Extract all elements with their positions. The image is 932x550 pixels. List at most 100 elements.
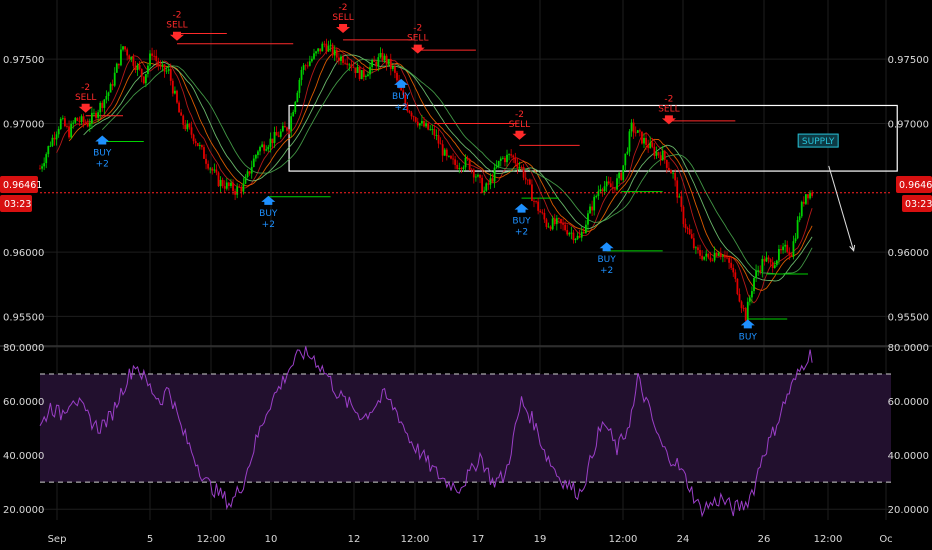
candle: [80, 116, 83, 122]
price-tick-left: 0.97000: [3, 119, 44, 130]
candle: [209, 168, 212, 170]
trading-chart[interactable]: SUPPLY SELL-2BUY+2SELL-2BUY+2SELL-2BUY+2…: [0, 0, 932, 550]
candle: [410, 112, 413, 117]
candle: [452, 158, 454, 160]
candle: [103, 99, 106, 108]
candle: [315, 51, 317, 54]
candle: [84, 122, 87, 124]
rsi-tick-right: 80.0000: [888, 343, 929, 354]
candle: [719, 253, 722, 257]
candle: [647, 144, 650, 149]
candle: [533, 200, 535, 202]
candle: [130, 56, 133, 60]
candle: [771, 262, 774, 268]
candle: [234, 191, 237, 195]
candle: [186, 123, 189, 130]
candle: [236, 186, 239, 195]
candle: [638, 130, 641, 132]
candle: [111, 84, 114, 86]
candle: [688, 229, 691, 235]
candle: [782, 246, 784, 251]
time-tick: 24: [677, 534, 690, 545]
candle: [90, 112, 93, 124]
candle: [39, 168, 41, 170]
candle: [327, 45, 330, 52]
candle: [501, 157, 504, 159]
candle: [300, 69, 303, 80]
time-tick: 12:00: [814, 534, 843, 545]
candle: [435, 135, 438, 136]
buy-value: +2: [600, 266, 613, 276]
candle: [485, 183, 488, 191]
candle: [358, 66, 361, 80]
candle: [416, 121, 419, 126]
candle: [290, 116, 293, 132]
candle: [122, 46, 124, 50]
rsi-tick-right: 40.0000: [888, 451, 929, 462]
candle: [273, 132, 276, 144]
candle: [356, 66, 359, 73]
candle: [692, 238, 695, 249]
sell-value: -2: [515, 110, 524, 120]
candle: [643, 137, 645, 144]
time-tick: Sep: [48, 534, 67, 545]
candle: [721, 255, 724, 257]
candle: [117, 63, 120, 66]
candle: [425, 123, 427, 127]
candle: [578, 235, 581, 238]
candle: [580, 231, 583, 238]
rsi-tick-right: 20.0000: [888, 505, 929, 516]
sell-value: -2: [81, 83, 90, 93]
candle: [257, 151, 259, 155]
candle: [775, 260, 778, 266]
candle: [753, 278, 755, 292]
candle: [369, 66, 371, 75]
candle: [219, 179, 222, 187]
candle: [383, 55, 386, 61]
time-tick: 12: [348, 534, 361, 545]
candle: [709, 257, 712, 261]
rsi-tick-right: 60.0000: [888, 397, 929, 408]
left-countdown: 03:23: [4, 199, 31, 210]
candle: [313, 53, 315, 59]
candle: [470, 169, 473, 171]
candle: [250, 166, 253, 174]
candle: [788, 251, 791, 255]
candle: [200, 145, 203, 148]
candle: [524, 177, 527, 180]
candle: [570, 232, 573, 234]
candle: [510, 154, 513, 156]
candle: [618, 172, 620, 179]
candle: [263, 144, 266, 151]
candle: [174, 90, 176, 94]
candle: [57, 129, 60, 135]
candle: [746, 301, 749, 321]
candle: [159, 65, 162, 67]
candle: [705, 253, 708, 257]
candle: [574, 238, 577, 241]
candle: [439, 143, 442, 145]
candle: [362, 70, 365, 77]
candle: [59, 118, 62, 130]
candle: [516, 163, 519, 168]
candle: [379, 52, 382, 58]
price-tick-right: 0.97500: [888, 55, 929, 66]
candle: [726, 257, 728, 259]
candle: [603, 186, 606, 192]
candle: [371, 60, 373, 67]
candle: [641, 131, 643, 144]
buy-value: +2: [515, 228, 528, 238]
candle: [551, 218, 554, 230]
candle: [136, 65, 139, 71]
candle: [599, 189, 602, 192]
candle: [443, 149, 446, 156]
candle: [734, 272, 737, 279]
supply-label: SUPPLY: [802, 137, 835, 147]
candle: [773, 265, 776, 268]
buy-value: +2: [395, 103, 408, 113]
candle: [169, 69, 172, 81]
candle: [520, 167, 523, 168]
time-tick: 12:00: [401, 534, 430, 545]
buy-label: BUY: [259, 209, 278, 219]
candle: [672, 172, 674, 174]
